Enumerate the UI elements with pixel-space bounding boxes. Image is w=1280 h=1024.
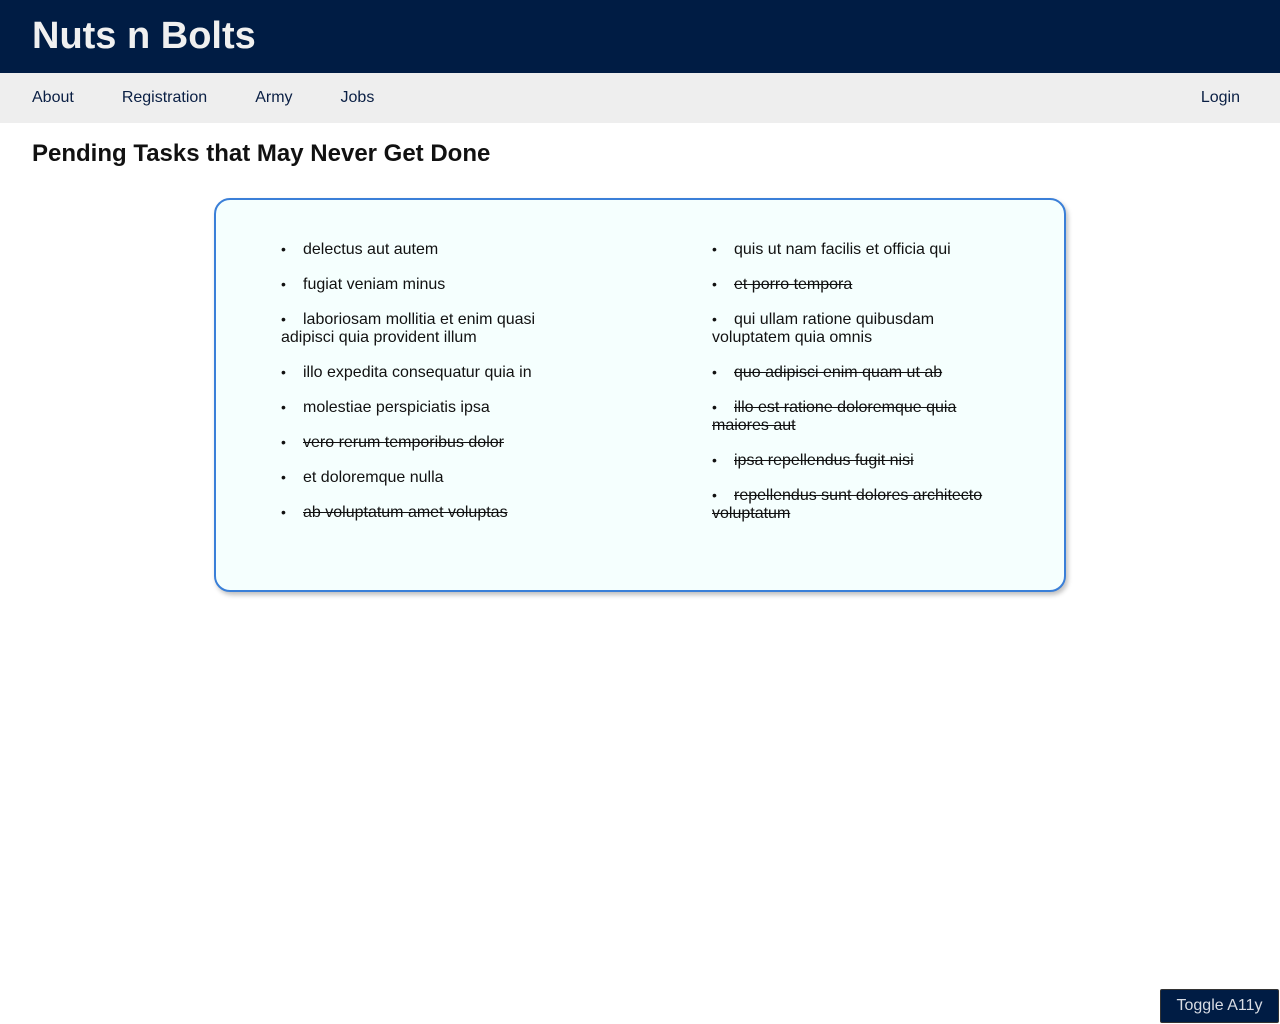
- site-header: Nuts n Bolts: [0, 0, 1280, 73]
- nav-link-army[interactable]: Army: [255, 89, 292, 107]
- toggle-a11y-button[interactable]: Toggle A11y: [1160, 989, 1279, 1023]
- task-text: laboriosam mollitia et enim quasi adipis…: [281, 311, 536, 346]
- task-text: qui ullam ratione quibusdam voluptatem q…: [712, 311, 935, 346]
- task-text: quis ut nam facilis et officia qui: [734, 241, 951, 258]
- task-text: fugiat veniam minus: [303, 276, 446, 293]
- nav-link-jobs[interactable]: Jobs: [341, 89, 375, 107]
- task-item: et porro tempora: [712, 275, 1002, 294]
- task-item: illo expedita consequatur quia in: [281, 363, 556, 382]
- nav-link-login[interactable]: Login: [1201, 89, 1240, 107]
- nav-link-about[interactable]: About: [32, 89, 74, 107]
- task-item: repellendus sunt dolores architecto volu…: [712, 486, 1002, 523]
- task-item: vero rerum temporibus dolor: [281, 433, 556, 452]
- task-item: et doloremque nulla: [281, 468, 556, 487]
- task-item: molestiae perspiciatis ipsa: [281, 398, 556, 417]
- task-item: ipsa repellendus fugit nisi: [712, 451, 1002, 470]
- task-text: molestiae perspiciatis ipsa: [303, 399, 490, 416]
- task-card: delectus aut autem fugiat veniam minus lab…: [214, 198, 1066, 592]
- task-text: illo expedita consequatur quia in: [303, 364, 532, 381]
- task-text: illo est ratione doloremque quia maiores…: [712, 399, 957, 434]
- task-text: et porro tempora: [734, 276, 853, 293]
- task-text: vero rerum temporibus dolor: [303, 434, 504, 451]
- task-item: laboriosam mollitia et enim quasi adipis…: [281, 310, 556, 347]
- task-item: quo adipisci enim quam ut ab: [712, 363, 1002, 382]
- task-text: repellendus sunt dolores architecto volu…: [712, 487, 983, 522]
- nav-link-registration[interactable]: Registration: [122, 89, 207, 107]
- task-text: delectus aut autem: [303, 241, 439, 258]
- task-text: ipsa repellendus fugit nisi: [734, 452, 914, 469]
- task-item: delectus aut autem: [281, 240, 556, 259]
- task-text: quo adipisci enim quam ut ab: [734, 364, 943, 381]
- task-item: fugiat veniam minus: [281, 275, 556, 294]
- task-text: ab voluptatum amet voluptas: [303, 504, 508, 521]
- task-item: qui ullam ratione quibusdam voluptatem q…: [712, 310, 1002, 347]
- task-list-left: delectus aut autem fugiat veniam minus lab…: [281, 240, 556, 538]
- nav-bar: About Registration Army Jobs Login: [0, 73, 1280, 123]
- task-item: illo est ratione doloremque quia maiores…: [712, 398, 1002, 435]
- page-title: Pending Tasks that May Never Get Done: [32, 140, 491, 167]
- site-title: Nuts n Bolts: [32, 14, 256, 57]
- task-item: ab voluptatum amet voluptas: [281, 503, 556, 522]
- task-item: quis ut nam facilis et officia qui: [712, 240, 1002, 259]
- task-text: et doloremque nulla: [303, 469, 444, 486]
- task-list-right: quis ut nam facilis et officia qui et por…: [712, 240, 1002, 539]
